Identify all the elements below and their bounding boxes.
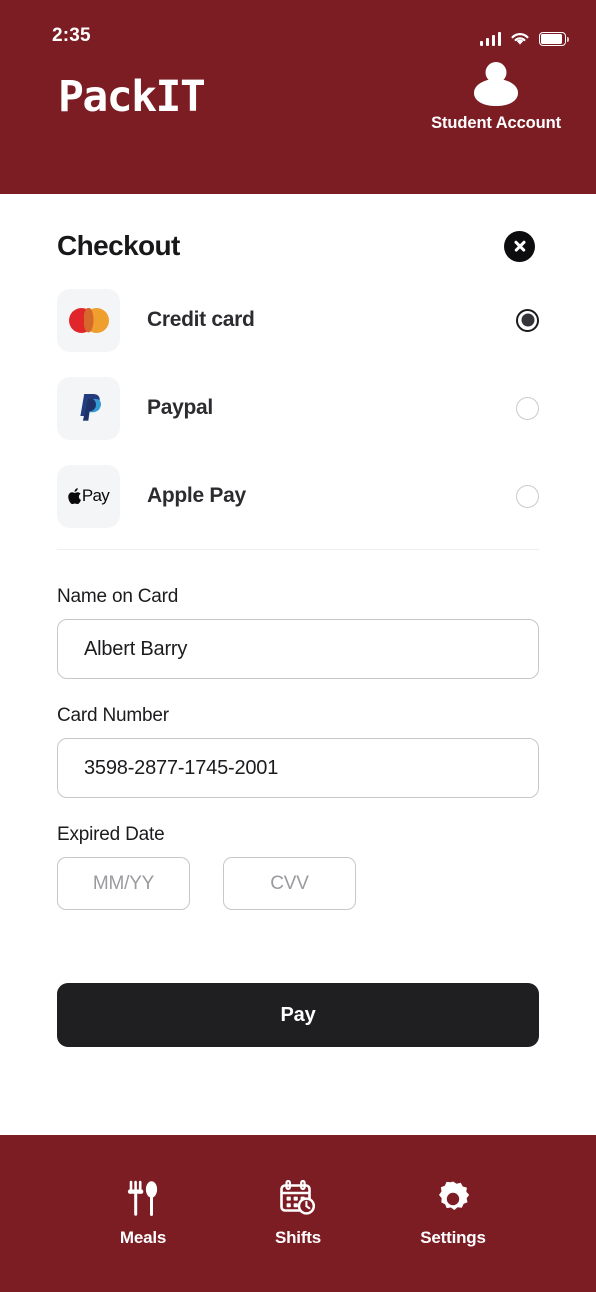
checkout-header: Checkout <box>57 194 539 262</box>
radio-credit-card[interactable] <box>516 308 539 332</box>
bottom-navigation: Meals Shifts Settings <box>0 1135 596 1292</box>
expiry-row <box>57 857 539 910</box>
nav-item-meals[interactable]: Meals <box>97 1179 189 1248</box>
account-button[interactable]: Student Account <box>431 62 561 133</box>
expiry-input[interactable] <box>57 857 190 910</box>
radio-paypal[interactable] <box>516 396 539 420</box>
app-screen: 2:35 PackIT Student Account Checkout Cre… <box>0 0 596 1292</box>
name-on-card-field: Name on Card <box>57 586 539 679</box>
paypal-icon <box>57 376 120 440</box>
section-divider <box>57 549 539 550</box>
payment-method-label: Paypal <box>147 396 213 419</box>
fork-spoon-icon <box>126 1179 160 1219</box>
payment-method-list: Credit card Paypal Pay Apple Pay <box>57 285 539 531</box>
card-form: Name on Card Card Number Expired Date Pa… <box>57 586 539 1047</box>
payment-method-label: Apple Pay <box>147 484 246 507</box>
name-on-card-label: Name on Card <box>57 586 179 607</box>
apple-pay-text: Pay <box>81 486 110 505</box>
signal-bars-icon <box>479 31 501 46</box>
user-avatar-icon <box>474 62 519 108</box>
payment-method-credit-card[interactable]: Credit card <box>57 285 539 355</box>
expiry-label: Expired Date <box>57 824 165 845</box>
calendar-clock-icon <box>278 1179 318 1219</box>
cvv-input[interactable] <box>223 857 356 910</box>
apple-logo-icon <box>68 488 81 504</box>
app-logo: PackIT <box>58 72 206 122</box>
payment-method-apple-pay[interactable]: Pay Apple Pay <box>57 461 539 531</box>
name-on-card-input[interactable] <box>57 619 539 679</box>
apple-pay-icon: Pay <box>57 464 120 528</box>
checkout-panel: Checkout Credit card Paypal Pay Apple Pa… <box>0 194 596 1135</box>
payment-method-paypal[interactable]: Paypal <box>57 373 539 443</box>
page-title: Checkout <box>57 230 180 261</box>
card-number-field: Card Number <box>57 705 539 798</box>
account-label: Student Account <box>431 114 561 132</box>
status-bar: 2:35 <box>0 0 596 46</box>
gear-icon <box>434 1179 472 1219</box>
nav-label-meals: Meals <box>119 1228 167 1247</box>
close-icon[interactable] <box>504 230 535 262</box>
nav-item-settings[interactable]: Settings <box>407 1179 499 1248</box>
nav-label-shifts: Shifts <box>274 1228 322 1247</box>
brand-row: PackIT Student Account <box>0 46 596 133</box>
pay-button[interactable]: Pay <box>57 983 539 1047</box>
payment-method-label: Credit card <box>147 308 255 331</box>
status-icons <box>479 26 570 46</box>
nav-item-shifts[interactable]: Shifts <box>252 1179 344 1248</box>
nav-label-settings: Settings <box>420 1228 486 1247</box>
card-number-label: Card Number <box>57 705 169 726</box>
card-number-input[interactable] <box>57 738 539 798</box>
battery-icon <box>539 32 570 46</box>
wifi-icon <box>510 31 530 46</box>
radio-apple-pay[interactable] <box>516 484 539 508</box>
app-header: 2:35 PackIT Student Account <box>0 0 596 194</box>
mastercard-icon <box>57 288 120 352</box>
status-time: 2:35 <box>52 25 91 46</box>
expiry-field: Expired Date <box>57 824 539 910</box>
